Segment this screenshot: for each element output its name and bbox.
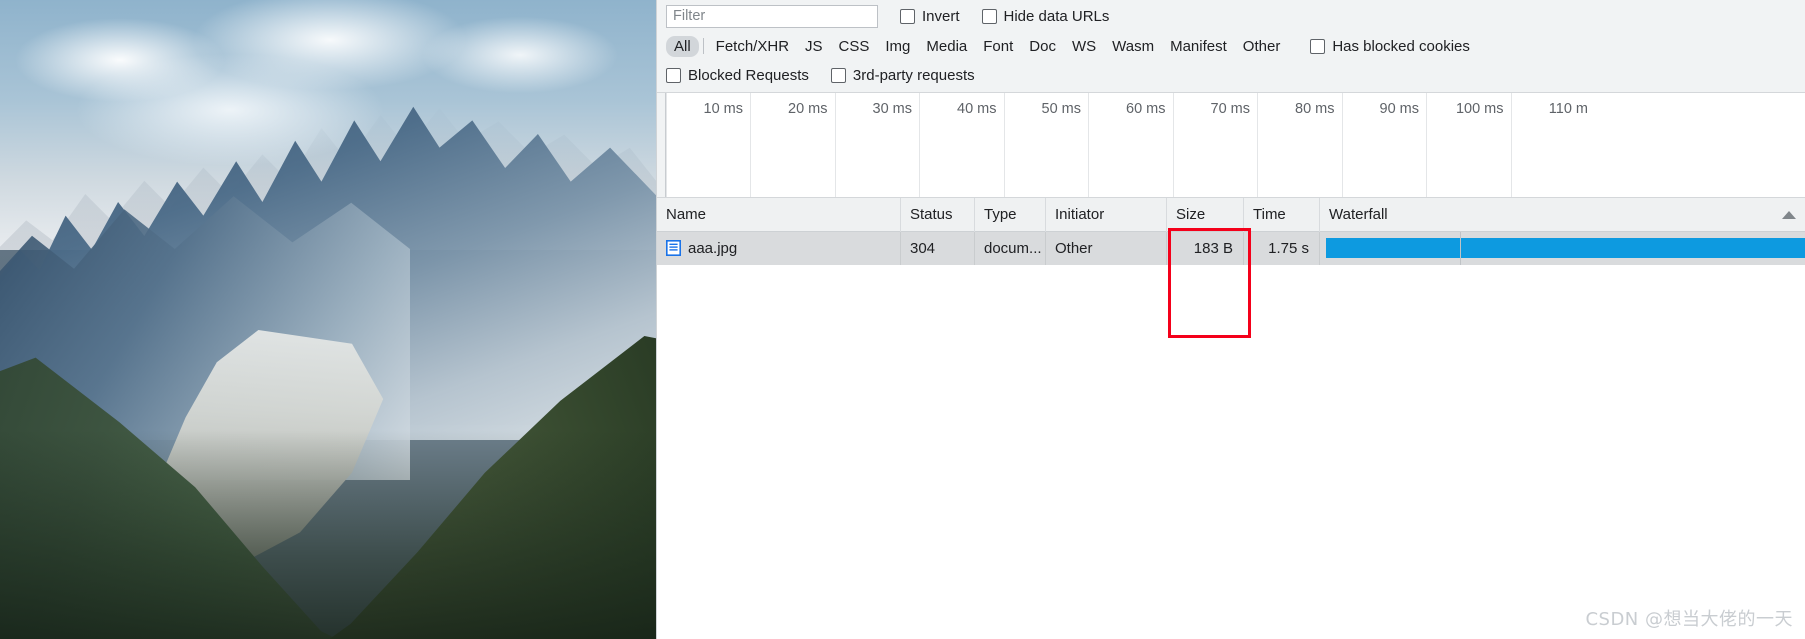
- hide-data-urls-checkbox[interactable]: [981, 8, 997, 24]
- column-header-type[interactable]: Type: [975, 197, 1046, 232]
- column-header-size[interactable]: Size: [1167, 197, 1244, 232]
- type-filter-ws[interactable]: WS: [1064, 36, 1104, 57]
- timeline-tick-label: 110 m: [1548, 101, 1588, 117]
- type-filter-all[interactable]: All: [666, 35, 699, 57]
- photo-valley-shadow: [0, 430, 656, 639]
- type-filter-doc[interactable]: Doc: [1021, 36, 1064, 57]
- has-blocked-cookies-checkbox[interactable]: [1310, 38, 1326, 54]
- third-party-requests-checkbox[interactable]: [830, 67, 846, 83]
- filter-row-tertiary: Blocked Requests 3rd-party requests: [657, 63, 975, 87]
- timeline-tick-label: 70 ms: [1210, 101, 1251, 117]
- column-header-time[interactable]: Time: [1244, 197, 1320, 232]
- type-filter-manifest[interactable]: Manifest: [1162, 36, 1235, 57]
- timeline-tick: 100 ms: [1426, 93, 1511, 197]
- column-header-initiator[interactable]: Initiator: [1046, 197, 1167, 232]
- filter-row-primary: Invert Hide data URLs: [657, 3, 1109, 29]
- screenshot-root: Invert Hide data URLs AllFetch/XHRJSCSSI…: [0, 0, 1805, 639]
- devtools-network-panel: Invert Hide data URLs AllFetch/XHRJSCSSI…: [656, 0, 1805, 639]
- cell-waterfall: [1320, 232, 1805, 265]
- invert-checkbox-group[interactable]: Invert: [900, 8, 960, 25]
- timeline-tick-label: 30 ms: [872, 101, 913, 117]
- request-name-label: aaa.jpg: [688, 240, 738, 257]
- timeline-ruler: 10 ms 20 ms 30 ms 40 ms 50 ms 60 ms 70 ms 80 ms…: [665, 93, 1805, 197]
- type-filter-img[interactable]: Img: [877, 36, 918, 57]
- blocked-requests-checkbox[interactable]: [666, 67, 681, 83]
- waterfall-bar: [1326, 238, 1805, 258]
- requests-table-header: Name Status Type Initiator Size Time Waterfall: [657, 197, 1805, 232]
- type-filter-font[interactable]: Font: [975, 36, 1021, 57]
- document-file-icon: [666, 235, 681, 265]
- type-filter-separator: [702, 38, 704, 54]
- timeline-tick: 60 ms: [1088, 93, 1173, 197]
- type-filter-css[interactable]: CSS: [831, 36, 878, 57]
- cell-time: 1.75 s: [1244, 232, 1320, 265]
- page-viewport-photo: [0, 0, 656, 639]
- has-blocked-cookies-label: Has blocked cookies: [1332, 37, 1470, 55]
- type-filter-fetch-xhr[interactable]: Fetch/XHR: [708, 36, 797, 57]
- timeline-tick-label: 80 ms: [1295, 101, 1335, 117]
- column-header-label: Time: [1253, 205, 1286, 223]
- timeline-tick: 90 ms: [1341, 93, 1427, 197]
- timeline-tick-label: 100 ms: [1455, 101, 1504, 117]
- requests-data-grid: Name Status Type Initiator Size Time Waterfall…: [657, 197, 1805, 639]
- invert-label: Invert: [922, 7, 960, 25]
- table-row[interactable]: aaa.jpg 304 docum... Other 183 B 1.75 s: [657, 232, 1805, 265]
- column-header-label: Waterfall: [1329, 205, 1388, 223]
- blocked-requests-label: Blocked Requests: [688, 66, 809, 84]
- timeline-tick: 30 ms: [834, 93, 920, 197]
- type-filter-other[interactable]: Other: [1235, 36, 1289, 57]
- timeline-tick-label: 90 ms: [1379, 101, 1420, 117]
- cell-status: 304: [901, 232, 975, 265]
- column-header-waterfall[interactable]: Waterfall: [1320, 198, 1805, 232]
- network-overview-timeline[interactable]: 10 ms 20 ms 30 ms 40 ms 50 ms 60 ms 70 ms 80 ms…: [657, 93, 1805, 198]
- column-header-label: Status: [910, 205, 953, 223]
- column-header-label: Initiator: [1055, 205, 1105, 223]
- timeline-tick-label: 60 ms: [1126, 101, 1166, 117]
- column-header-status[interactable]: Status: [901, 197, 975, 232]
- cell-initiator: Other: [1046, 232, 1167, 265]
- third-party-requests-label: 3rd-party requests: [852, 66, 975, 84]
- resource-type-filter-row: All Fetch/XHR JS CSS Img Media Font Doc WS Wasm Ma…: [657, 33, 1470, 59]
- column-header-label: Size: [1176, 205, 1206, 223]
- blocked-requests-checkbox-group[interactable]: Blocked Requests: [666, 67, 809, 84]
- filter-input[interactable]: [666, 4, 878, 28]
- has-blocked-cookies-checkbox-group[interactable]: Has blocked cookies: [1310, 38, 1470, 55]
- timeline-tick: 50 ms: [1003, 93, 1089, 197]
- hide-data-urls-label: Hide data URLs: [1003, 7, 1110, 25]
- timeline-tick: 40 ms: [919, 93, 1004, 197]
- timeline-tick-label: 40 ms: [957, 101, 997, 117]
- timeline-tick-label: 50 ms: [1041, 101, 1082, 117]
- invert-checkbox[interactable]: [900, 8, 915, 24]
- timeline-tick: 80 ms: [1257, 93, 1342, 197]
- waterfall-divider: [1460, 232, 1461, 265]
- timeline-tick-label: 10 ms: [703, 101, 744, 117]
- column-header-name[interactable]: Name: [657, 197, 901, 232]
- cell-name[interactable]: aaa.jpg: [657, 232, 901, 265]
- timeline-tick-label: 20 ms: [788, 101, 828, 117]
- sort-ascending-arrow-icon: [1782, 210, 1796, 219]
- timeline-tick: 10 ms: [665, 93, 751, 197]
- cell-size: 183 B: [1167, 232, 1244, 265]
- column-header-label: Name: [666, 205, 707, 223]
- type-filter-wasm[interactable]: Wasm: [1104, 36, 1162, 57]
- timeline-tick: 20 ms: [750, 93, 835, 197]
- column-header-label: Type: [984, 205, 1017, 223]
- csdn-watermark: CSDN @想当大佬的一天: [1585, 609, 1793, 630]
- network-filter-bar: Invert Hide data URLs AllFetch/XHRJSCSSI…: [657, 0, 1805, 93]
- type-filter-js[interactable]: JS: [797, 36, 831, 57]
- cell-type: docum...: [975, 232, 1046, 265]
- timeline-tick: 110 m: [1510, 93, 1596, 197]
- type-filter-media[interactable]: Media: [918, 36, 975, 57]
- timeline-tick: 70 ms: [1172, 93, 1258, 197]
- third-party-requests-checkbox-group[interactable]: 3rd-party requests: [830, 66, 975, 84]
- hide-data-urls-checkbox-group[interactable]: Hide data URLs: [981, 7, 1110, 25]
